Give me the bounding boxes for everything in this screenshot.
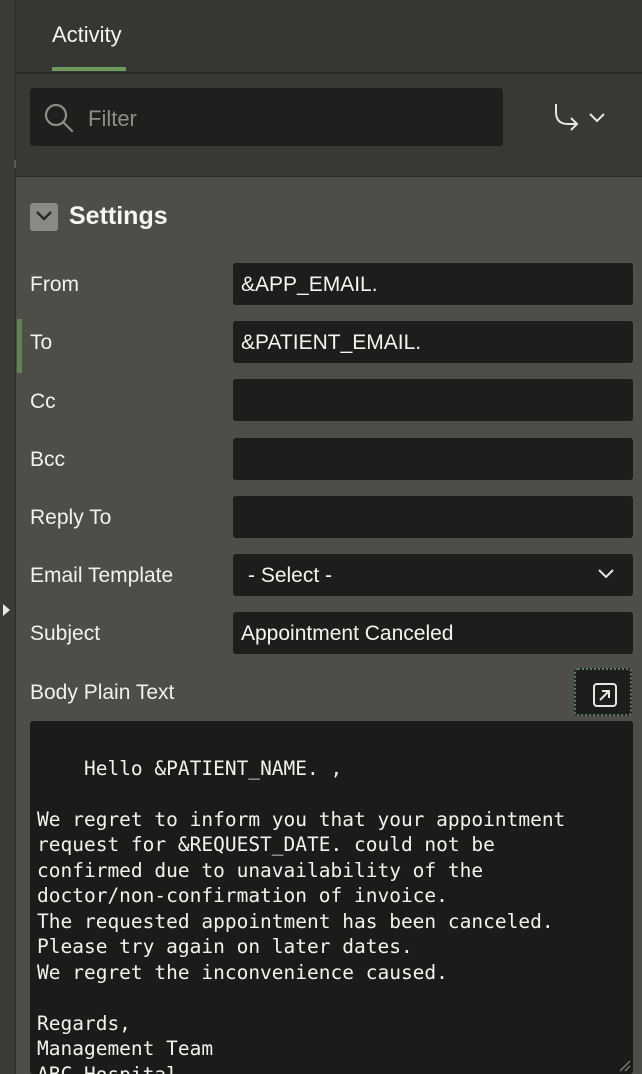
route-arrow-icon [555,104,605,131]
expand-icon [593,683,617,707]
email-template-value: - Select - [248,564,333,587]
email-template-label: Email Template [30,564,174,587]
from-field[interactable]: &APP_EMAIL. [233,263,633,305]
from-label: From [30,273,79,296]
cc-field[interactable] [233,379,633,421]
reply-to-field[interactable] [233,496,633,538]
expand-editor-button[interactable] [574,668,632,716]
chevron-down-icon [598,569,614,579]
filter-toolbar: Filter [16,74,642,177]
reply-to-label: Reply To [30,506,112,529]
subject-label: Subject [30,622,101,645]
subject-field[interactable]: Appointment Canceled [233,612,633,654]
to-row-indicator [17,319,22,373]
search-icon [44,103,74,133]
active-tab-indicator [52,67,126,71]
body-label: Body Plain Text [30,681,175,704]
bcc-field[interactable] [233,438,633,480]
body-plain-text-area[interactable]: Hello &PATIENT_NAME. , We regret to info… [30,721,633,1074]
tab-activity[interactable]: Activity [52,22,122,48]
route-menu-button[interactable] [550,98,610,138]
settings-collapse-button[interactable] [30,203,58,231]
collapse-chevron-icon [36,211,52,221]
tab-bar: Activity [16,0,642,74]
cc-label: Cc [30,390,56,413]
to-field[interactable]: &PATIENT_EMAIL. [233,321,633,363]
settings-title: Settings [69,202,168,230]
expand-left-arrow-icon[interactable] [3,604,10,616]
settings-panel: Settings From &APP_EMAIL. To &PATIENT_EM… [16,177,642,1074]
resize-handle-icon[interactable] [617,1058,631,1072]
filter-placeholder: Filter [88,106,137,131]
to-label: To [30,331,53,354]
body-text-content: Hello &PATIENT_NAME. , We regret to info… [37,756,566,1074]
bcc-label: Bcc [30,448,66,471]
filter-search-box[interactable]: Filter [30,88,503,146]
left-collapse-strip[interactable] [0,0,16,1074]
email-template-select[interactable]: - Select - [233,554,633,596]
